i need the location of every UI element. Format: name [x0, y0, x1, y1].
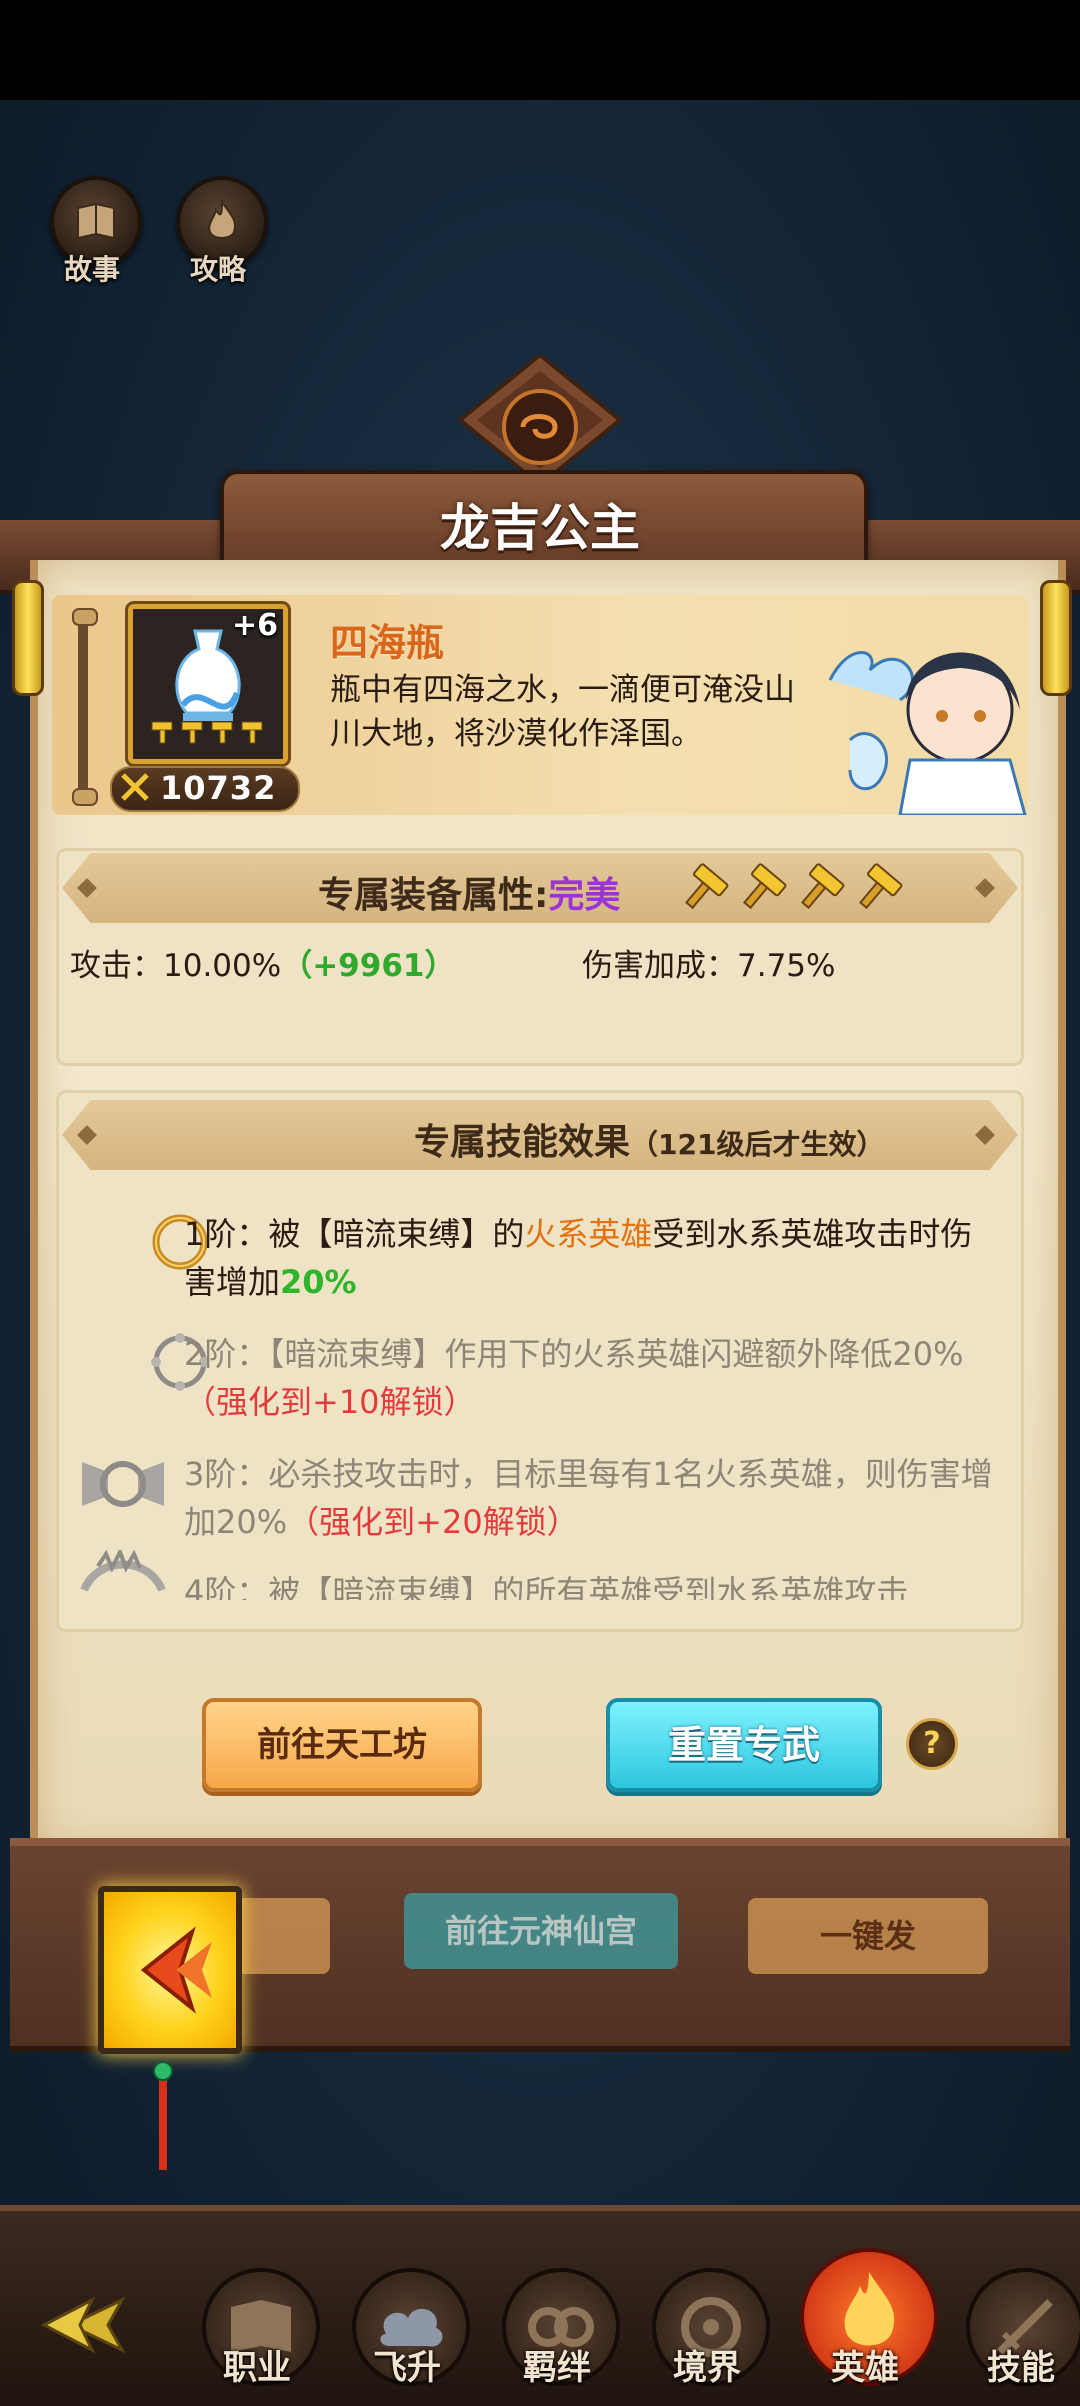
help-button[interactable]: ? [906, 1718, 958, 1770]
guide-label: 攻略 [189, 253, 246, 286]
flame-icon [208, 198, 236, 239]
power-value: 10732 [160, 769, 277, 807]
skill-title-label: 专属技能效果 [414, 1122, 631, 1163]
attribute-title-label: 专属装备属性: [318, 875, 549, 916]
quality-label: 完美 [548, 875, 621, 916]
attribute-title: 专属装备属性:完美 [318, 866, 620, 918]
skill-row-3: 3阶：必杀技攻击时，目标里每有1名火系英雄，则伤害增加20%（强化到+20解锁） [184, 1450, 1004, 1546]
item-stars [148, 720, 266, 744]
hammer-icon [211, 721, 233, 744]
nav-skill-label: 技能 [987, 2348, 1055, 2388]
hammer-icon [859, 863, 903, 910]
nav-hero-label: 英雄 [831, 2348, 899, 2388]
skill-row-4: 4阶：被【暗流束缚】的所有英雄受到水系英雄攻击 [184, 1573, 909, 1600]
hammer-icon [181, 721, 203, 744]
book-icon [77, 202, 115, 240]
enhance-level: +6 [232, 608, 279, 643]
nav-realm-label: 境界 [673, 2348, 741, 2388]
scroll-roller-right [1040, 580, 1072, 696]
nav-bond-label: 羁绊 [523, 2348, 591, 2388]
nav-ascend-label: 飞升 [373, 2348, 441, 2388]
quality-hammers [676, 862, 904, 916]
attack-label: 攻击：10.00% [70, 948, 282, 984]
scroll-roller-left [12, 580, 44, 696]
reset-weapon-button[interactable]: 重置专武 [606, 1698, 882, 1792]
skill-1-value: 20% [280, 1263, 357, 1301]
hammer-icon [685, 863, 729, 910]
hammer-icon [151, 721, 173, 744]
skill-3-lock: （强化到+20解锁） [287, 1503, 579, 1541]
skill-1-text: 1阶：被【暗流束缚】的 [184, 1215, 525, 1253]
skill-row-1: 1阶：被【暗流束缚】的火系英雄受到水系英雄攻击时伤害增加20% [184, 1210, 1004, 1306]
equipment-name: 四海瓶 [330, 621, 445, 665]
damage-attribute: 伤害加成：7.75% [582, 948, 836, 984]
crossed-swords-icon [121, 773, 149, 801]
goto-spirit-palace-button[interactable]: 前往元神仙宫 [404, 1893, 678, 1969]
nav-back-arrow-icon[interactable] [30, 2270, 140, 2380]
attack-attribute: 攻击：10.00%（+9961） [70, 940, 455, 985]
skill-list[interactable]: 1阶：被【暗流束缚】的火系英雄受到水系英雄攻击时伤害增加20% 2阶：【暗流束缚… [56, 1190, 1024, 1600]
status-bar [0, 0, 1080, 100]
story-label: 故事 [63, 253, 120, 286]
hero-name: 龙吉公主 [440, 499, 640, 557]
nav-career-label: 职业 [223, 2348, 291, 2388]
back-lantern-button[interactable] [98, 1886, 242, 2054]
emblem-icon [456, 355, 624, 485]
goto-workshop-button[interactable]: 前往天工坊 [202, 1698, 482, 1792]
attack-bonus: （+9961） [281, 948, 456, 984]
hero-portrait [828, 651, 1027, 815]
skill-1-highlight: 火系英雄 [524, 1215, 653, 1253]
skill-subtitle: （121级后才生效） [630, 1128, 885, 1161]
skill-title: 专属技能效果（121级后才生效） [414, 1113, 884, 1165]
hammer-icon [801, 863, 845, 910]
equipment-slider[interactable] [72, 608, 98, 806]
skill-2-text: 2阶：【暗流束缚】作用下的火系英雄闪避额外降低20% [184, 1335, 964, 1373]
skill-2-lock: （强化到+10解锁） [184, 1383, 476, 1421]
hammer-icon [743, 863, 787, 910]
skill-row-2: 2阶：【暗流束缚】作用下的火系英雄闪避额外降低20% （强化到+10解锁） [184, 1330, 1004, 1426]
equipment-description: 瓶中有四海之水，一滴便可淹没山川大地，将沙漠化作泽国。 [330, 672, 795, 752]
one-click-button[interactable]: 一键发 [748, 1898, 988, 1974]
dragon-ring-icon [80, 1550, 166, 1592]
jade-bead-icon [153, 2061, 173, 2081]
lantern-tassel [159, 2070, 167, 2170]
back-arrow-icon [140, 1926, 212, 2014]
winged-ring-icon [82, 1461, 164, 1507]
hammer-icon [241, 721, 263, 744]
